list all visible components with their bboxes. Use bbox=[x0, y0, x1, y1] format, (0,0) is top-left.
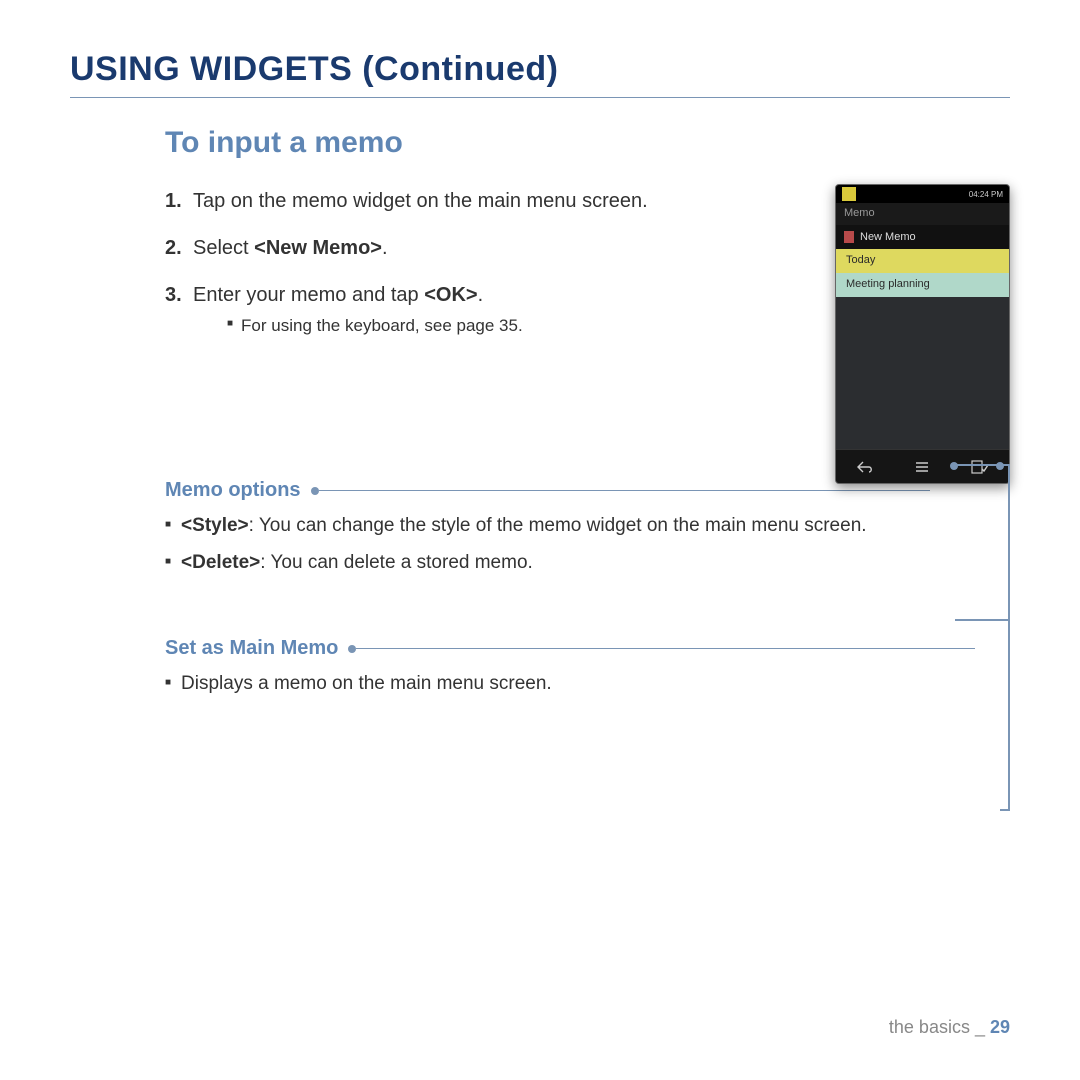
option-style: ■ <Style>: You can change the style of t… bbox=[165, 512, 1010, 541]
phone-memo-row-today[interactable]: Today bbox=[836, 249, 1009, 273]
option-text: <Style>: You can change the style of the… bbox=[181, 512, 1010, 541]
step-bold: <New Memo> bbox=[254, 237, 382, 259]
back-icon[interactable] bbox=[845, 457, 885, 477]
bullet-icon: ■ bbox=[227, 313, 233, 339]
memo-options-title: Memo options bbox=[165, 479, 301, 502]
menu-icon[interactable] bbox=[902, 457, 942, 477]
step-number: 1. bbox=[165, 186, 193, 217]
header-line bbox=[356, 648, 975, 649]
step-3: 3. Enter your memo and tap <OK>. ■ For u… bbox=[165, 280, 785, 339]
footer-page-number: 29 bbox=[990, 1017, 1010, 1037]
steps-list: 1. Tap on the memo widget on the main me… bbox=[165, 186, 785, 339]
sub-bullet-text: For using the keyboard, see page 35. bbox=[241, 313, 523, 339]
status-time: 04:24 PM bbox=[969, 190, 1003, 199]
step-number: 2. bbox=[165, 233, 193, 264]
status-app-icon bbox=[842, 187, 856, 201]
phone-memo-row-meeting[interactable]: Meeting planning bbox=[836, 273, 1009, 297]
bullet-icon: ■ bbox=[165, 512, 171, 541]
phone-header: Memo bbox=[836, 203, 1009, 225]
set-main-block: Set as Main Memo ■ Displays a memo on th… bbox=[165, 637, 1010, 699]
step-bold: <OK> bbox=[424, 284, 477, 306]
section-heading: To input a memo bbox=[165, 126, 1010, 160]
step-1: 1. Tap on the memo widget on the main me… bbox=[165, 186, 785, 217]
phone-new-memo-row[interactable]: New Memo bbox=[836, 225, 1009, 249]
step-prefix: Select bbox=[193, 237, 254, 259]
page-title: USING WIDGETS (Continued) bbox=[70, 50, 1010, 98]
header-dot-icon bbox=[348, 645, 356, 653]
new-memo-label: New Memo bbox=[860, 231, 916, 243]
step-suffix: . bbox=[478, 284, 484, 306]
bullet-icon: ■ bbox=[165, 670, 171, 699]
step-2: 2. Select <New Memo>. bbox=[165, 233, 785, 264]
content-area: To input a memo 1. Tap on the memo widge… bbox=[70, 126, 1010, 699]
new-memo-icon bbox=[844, 231, 854, 243]
step-number: 3. bbox=[165, 280, 193, 339]
step-text: Select <New Memo>. bbox=[193, 233, 785, 264]
bullet-icon: ■ bbox=[165, 549, 171, 578]
memo-options-list: ■ <Style>: You can change the style of t… bbox=[165, 512, 1010, 577]
set-main-header: Set as Main Memo bbox=[165, 637, 975, 660]
option-delete: ■ <Delete>: You can delete a stored memo… bbox=[165, 549, 1010, 578]
sub-bullet: ■ For using the keyboard, see page 35. bbox=[227, 313, 785, 339]
step-suffix: . bbox=[382, 237, 388, 259]
step-prefix: Enter your memo and tap bbox=[193, 284, 424, 306]
phone-status-bar: 04:24 PM bbox=[836, 185, 1009, 203]
set-main-text: Displays a memo on the main menu screen. bbox=[181, 670, 1010, 699]
footer-section: the basics bbox=[889, 1017, 970, 1037]
memo-options-header: Memo options bbox=[165, 479, 930, 502]
callout-line-set-main bbox=[1000, 466, 1010, 811]
option-text: <Delete>: You can delete a stored memo. bbox=[181, 549, 1010, 578]
memo-options-block: Memo options ■ <Style>: You can change t… bbox=[165, 479, 1010, 577]
step-text: Tap on the memo widget on the main menu … bbox=[193, 186, 785, 217]
page-footer: the basics _ 29 bbox=[889, 1017, 1010, 1038]
footer-sep: _ bbox=[970, 1017, 990, 1037]
phone-screenshot: 04:24 PM Memo New Memo Today Meeting pla… bbox=[835, 184, 1010, 484]
header-line bbox=[319, 490, 930, 491]
step-text: Enter your memo and tap <OK>. ■ For usin… bbox=[193, 280, 785, 339]
header-dot-icon bbox=[311, 487, 319, 495]
set-main-item: ■ Displays a memo on the main menu scree… bbox=[165, 670, 1010, 699]
set-main-title: Set as Main Memo bbox=[165, 637, 338, 660]
set-main-list: ■ Displays a memo on the main menu scree… bbox=[165, 670, 1010, 699]
